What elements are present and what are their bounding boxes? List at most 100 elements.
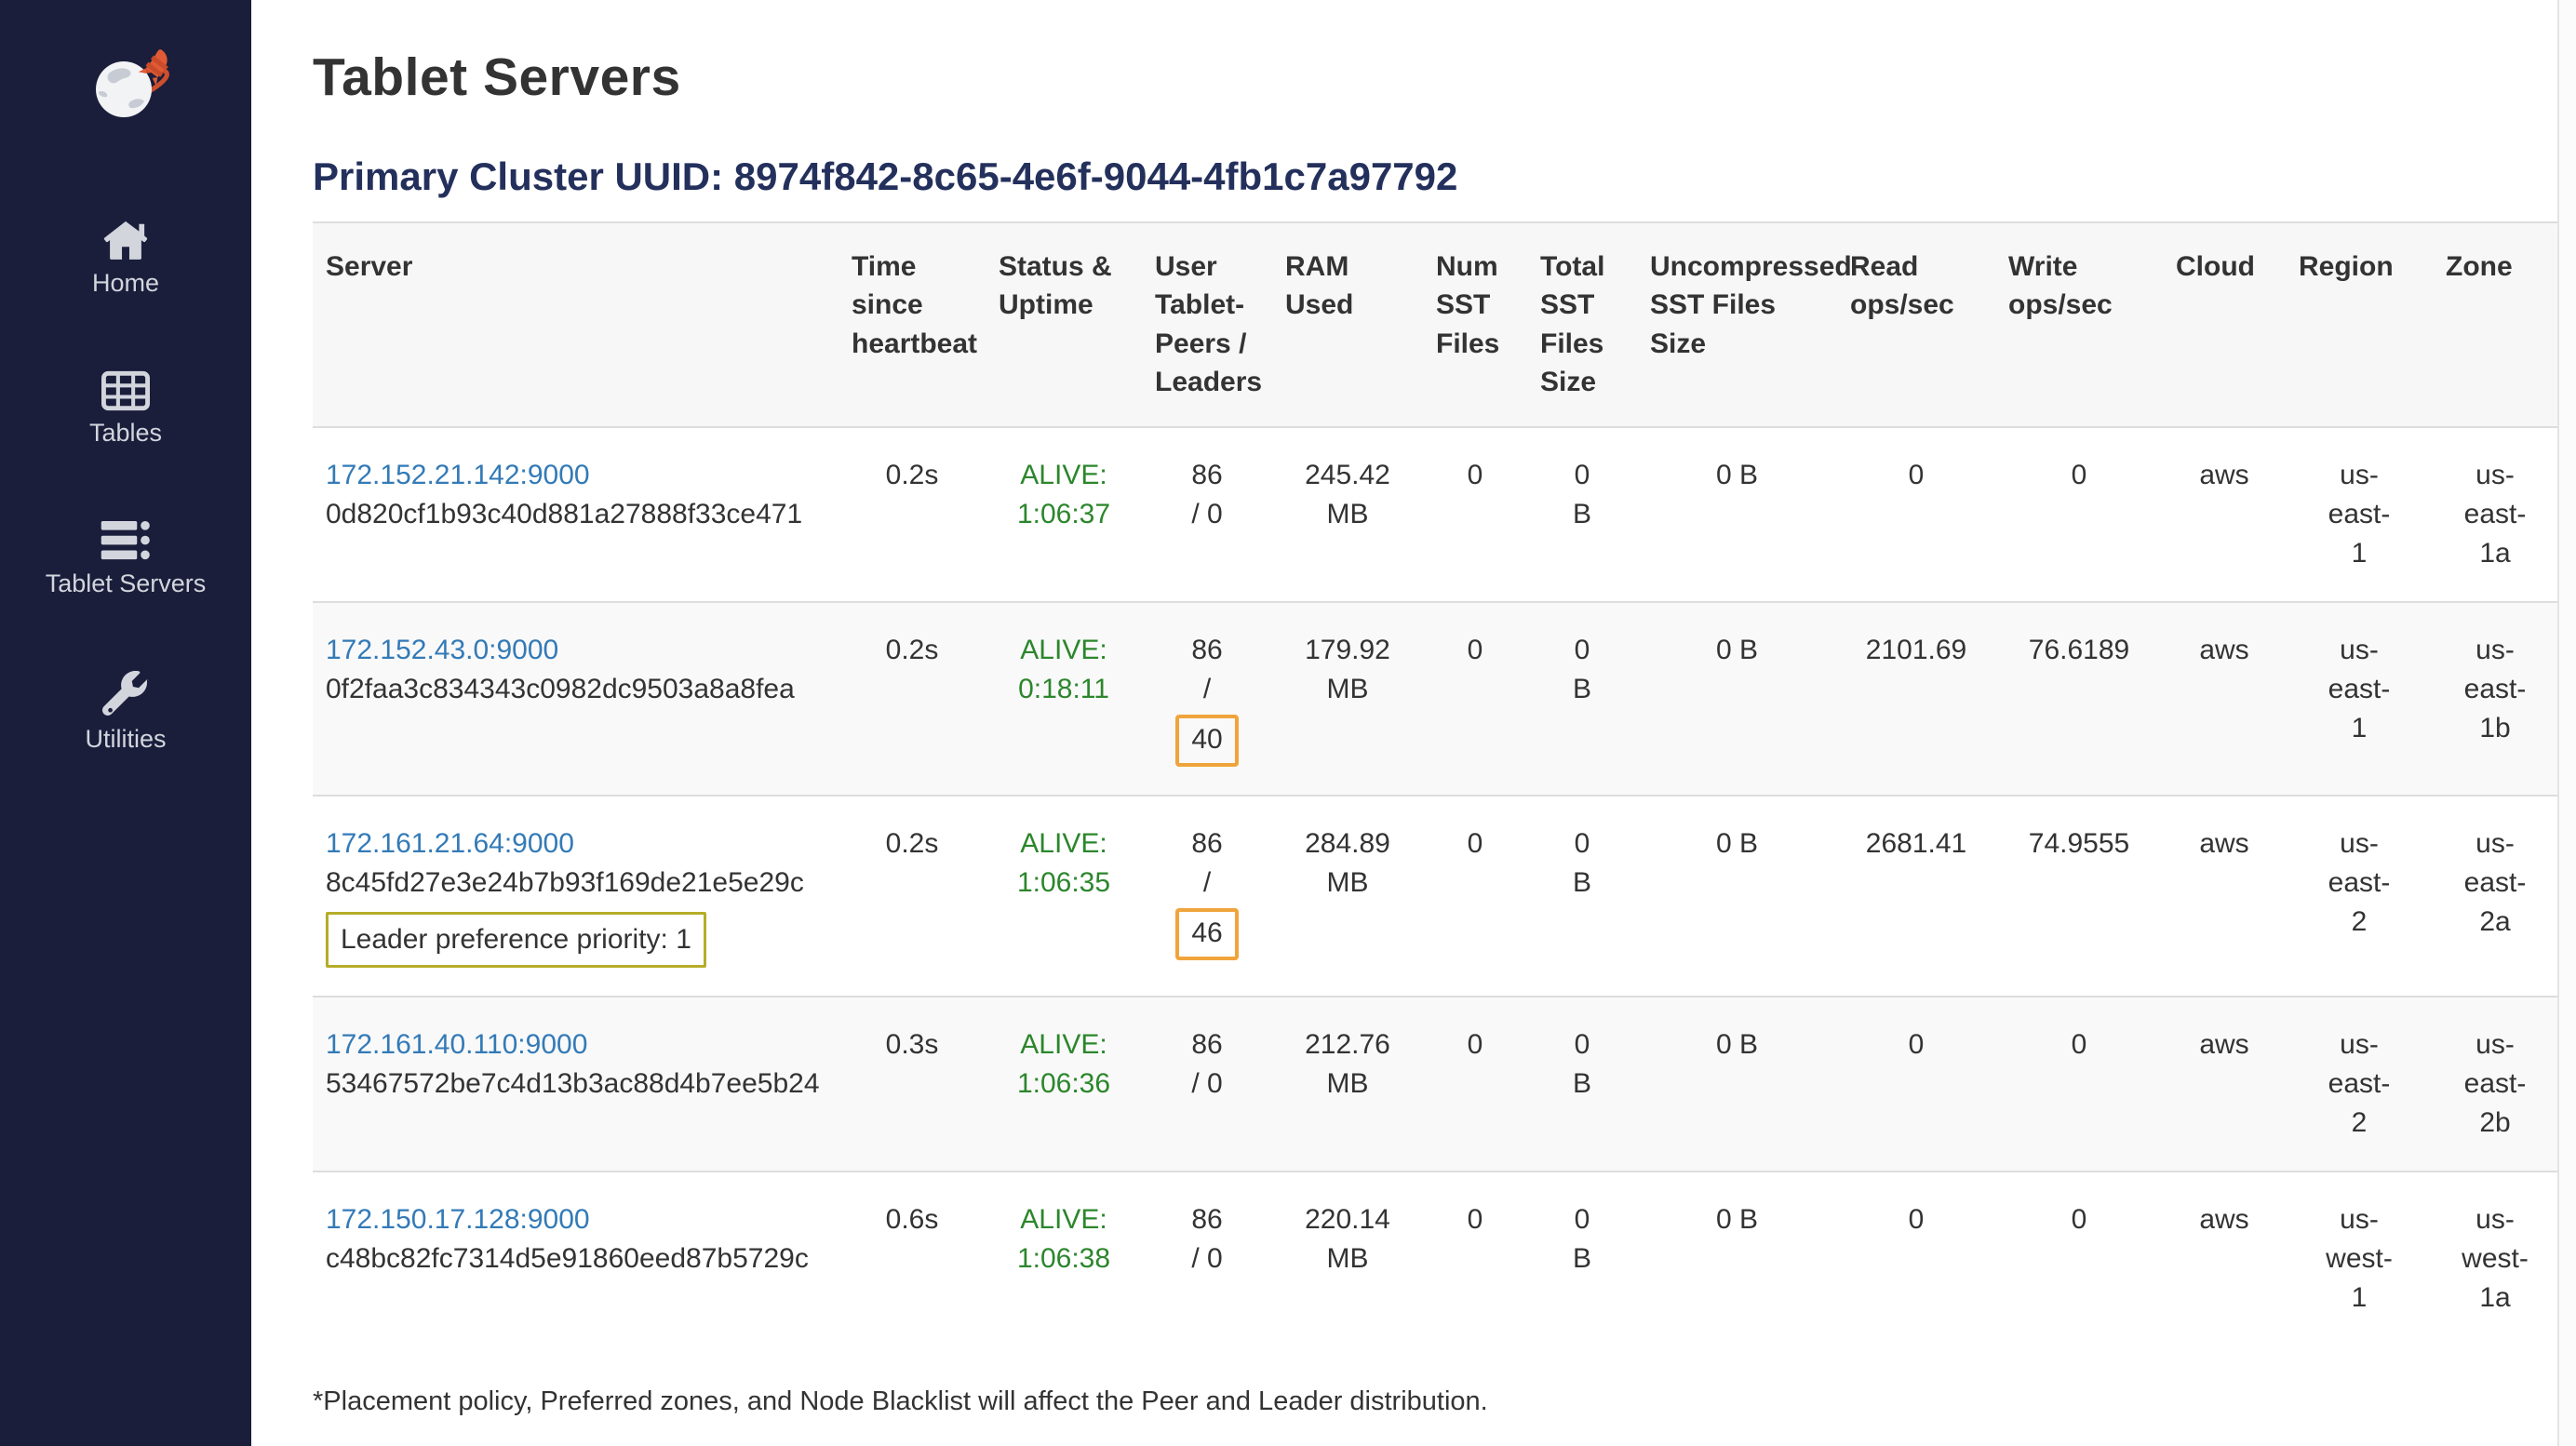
- home-icon: [101, 219, 150, 261]
- sidebar-item-utilities[interactable]: Utilities: [85, 671, 166, 754]
- table-row: 172.150.17.128:9000 c48bc82fc7314d5e9186…: [313, 1172, 2557, 1346]
- num-sst-files-cell: 0: [1423, 427, 1527, 602]
- heartbeat-cell: 0.2s: [839, 796, 986, 997]
- status-uptime-cell: ALIVE: 1:06:36: [986, 997, 1142, 1172]
- cloud-cell: aws: [2163, 602, 2286, 796]
- tables-icon: [101, 370, 150, 411]
- ram-used-cell: 212.76 MB: [1272, 997, 1423, 1172]
- region-cell: us-east-2: [2286, 997, 2433, 1172]
- cloud-cell: aws: [2163, 997, 2286, 1172]
- zone-value: us-east-1a: [2460, 456, 2530, 573]
- server-address-link[interactable]: 172.161.40.110:9000: [326, 1025, 587, 1064]
- peers-count: 86: [1155, 824, 1259, 864]
- uncompressed-sst-size-cell: 0 B: [1637, 796, 1837, 997]
- total-sst-size-cell: 0 B: [1527, 997, 1637, 1172]
- heartbeat-cell: 0.2s: [839, 427, 986, 602]
- col-header-server: Server: [313, 222, 839, 427]
- cluster-load-status: Cluster Load is Balanced: [313, 1443, 2557, 1446]
- region-cell: us-east-2: [2286, 796, 2433, 997]
- leaders-separator: / 0: [1155, 495, 1259, 534]
- col-header-zone: Zone: [2433, 222, 2557, 427]
- tablet-peers-leaders-cell: 86 / 40: [1142, 602, 1272, 796]
- zone-cell: us-east-2b: [2433, 997, 2557, 1172]
- status-uptime-cell: ALIVE: 1:06:38: [986, 1172, 1142, 1346]
- leaders-separator: / 0: [1155, 1239, 1259, 1279]
- status-text: ALIVE:: [999, 456, 1129, 495]
- server-address-link[interactable]: 172.152.43.0:9000: [326, 631, 558, 670]
- uptime-text: 1:06:35: [999, 864, 1129, 903]
- tablet-servers-tbody: 172.152.21.142:9000 0d820cf1b93c40d881a2…: [313, 427, 2557, 1346]
- peers-count: 86: [1155, 1200, 1259, 1239]
- peers-count: 86: [1155, 456, 1259, 495]
- table-header: Server Time since heartbeat Status & Upt…: [313, 222, 2557, 427]
- cloud-cell: aws: [2163, 796, 2286, 997]
- server-address-link[interactable]: 172.150.17.128:9000: [326, 1200, 590, 1239]
- tablet-servers-table: Server Time since heartbeat Status & Upt…: [313, 221, 2557, 1346]
- write-ops-cell: 0: [1995, 997, 2163, 1172]
- zone-value: us-east-2b: [2460, 1025, 2530, 1143]
- ram-used-cell: 179.92 MB: [1272, 602, 1423, 796]
- cloud-cell: aws: [2163, 1172, 2286, 1346]
- leaders-count-highlight: 40: [1175, 715, 1238, 767]
- num-sst-files-cell: 0: [1423, 997, 1527, 1172]
- status-uptime-cell: ALIVE: 1:06:37: [986, 427, 1142, 602]
- uncompressed-sst-size-cell: 0 B: [1637, 602, 1837, 796]
- heartbeat-cell: 0.3s: [839, 997, 986, 1172]
- server-cell: 172.161.21.64:9000 8c45fd27e3e24b7b93f16…: [313, 796, 839, 997]
- region-cell: us-east-1: [2286, 427, 2433, 602]
- sidebar-item-home[interactable]: Home: [92, 219, 159, 298]
- leaders-separator: /: [1155, 670, 1259, 709]
- placement-footnote: *Placement policy, Preferred zones, and …: [313, 1386, 2557, 1417]
- col-header-write-ops: Write ops/sec: [1995, 222, 2163, 427]
- main-content: Tablet Servers Primary Cluster UUID: 897…: [251, 0, 2557, 1446]
- heartbeat-cell: 0.2s: [839, 602, 986, 796]
- sidebar-item-label: Tables: [89, 420, 162, 448]
- server-cell: 172.161.40.110:9000 53467572be7c4d13b3ac…: [313, 997, 839, 1172]
- heartbeat-cell: 0.6s: [839, 1172, 986, 1346]
- tablet-peers-leaders-cell: 86 / 46: [1142, 796, 1272, 997]
- region-value: us-east-1: [2324, 456, 2395, 573]
- status-text: ALIVE:: [999, 824, 1129, 864]
- vertical-scrollbar[interactable]: [2557, 0, 2576, 1446]
- read-ops-cell: 2681.41: [1837, 796, 1995, 997]
- sidebar-item-tablet-servers[interactable]: Tablet Servers: [46, 519, 207, 598]
- uptime-text: 0:18:11: [999, 670, 1129, 709]
- yugabyte-logo[interactable]: [71, 47, 181, 129]
- write-ops-cell: 0: [1995, 427, 2163, 602]
- server-address-link[interactable]: 172.152.21.142:9000: [326, 456, 590, 495]
- region-cell: us-east-1: [2286, 602, 2433, 796]
- col-header-ram: RAM Used: [1272, 222, 1423, 427]
- region-cell: us-west-1: [2286, 1172, 2433, 1346]
- read-ops-cell: 0: [1837, 1172, 1995, 1346]
- leaders-separator: / 0: [1155, 1064, 1259, 1104]
- read-ops-cell: 2101.69: [1837, 602, 1995, 796]
- ram-used-cell: 284.89 MB: [1272, 796, 1423, 997]
- server-address-link[interactable]: 172.161.21.64:9000: [326, 824, 574, 864]
- region-value: us-east-2: [2324, 824, 2395, 942]
- page-title: Tablet Servers: [313, 47, 2557, 108]
- server-uuid: 0f2faa3c834343c0982dc9503a8a8fea: [326, 670, 825, 709]
- server-uuid: c48bc82fc7314d5e91860eed87b5729c: [326, 1239, 825, 1279]
- zone-cell: us-east-1b: [2433, 602, 2557, 796]
- col-header-total-sst: Total SST Files Size: [1527, 222, 1637, 427]
- status-uptime-cell: ALIVE: 1:06:35: [986, 796, 1142, 997]
- zone-cell: us-east-2a: [2433, 796, 2557, 997]
- sidebar-item-label: Tablet Servers: [46, 570, 207, 598]
- utilities-wrench-icon: [102, 671, 149, 717]
- sidebar-item-label: Utilities: [85, 726, 166, 754]
- leaders-highlight-wrap: 46: [1155, 903, 1259, 960]
- uncompressed-sst-size-cell: 0 B: [1637, 1172, 1837, 1346]
- col-header-uncompressed-sst: Uncompressed SST Files Size: [1637, 222, 1837, 427]
- tablet-peers-leaders-cell: 86 / 0: [1142, 1172, 1272, 1346]
- server-cell: 172.152.21.142:9000 0d820cf1b93c40d881a2…: [313, 427, 839, 602]
- num-sst-files-cell: 0: [1423, 602, 1527, 796]
- table-row: 172.152.21.142:9000 0d820cf1b93c40d881a2…: [313, 427, 2557, 602]
- zone-value: us-west-1a: [2460, 1200, 2530, 1318]
- write-ops-cell: 0: [1995, 1172, 2163, 1346]
- server-cell: 172.150.17.128:9000 c48bc82fc7314d5e9186…: [313, 1172, 839, 1346]
- sidebar-item-tables[interactable]: Tables: [89, 370, 162, 448]
- col-header-num-sst: Num SST Files: [1423, 222, 1527, 427]
- num-sst-files-cell: 0: [1423, 1172, 1527, 1346]
- sidebar: Home Tables Tablet Servers Utilities: [0, 0, 251, 1446]
- col-header-status: Status & Uptime: [986, 222, 1142, 427]
